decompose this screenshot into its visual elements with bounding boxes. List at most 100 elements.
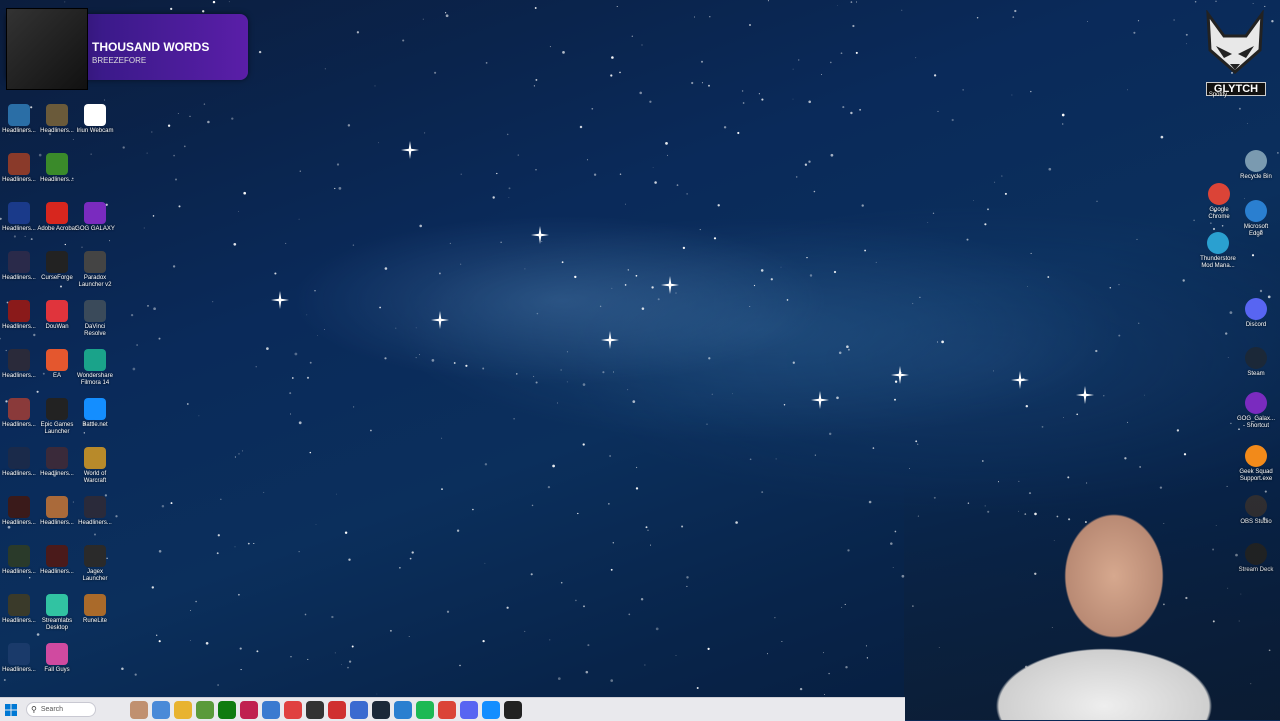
star [611,56,614,59]
desktop-icon-streamlabs-desktop[interactable]: Streamlabs Desktop [37,594,77,632]
star [1185,33,1188,36]
desktop-icon-wondershare-filmora[interactable]: Wondershare Filmora 14 [75,349,115,387]
desktop-icon-fall-guys[interactable]: Fall Guys [37,643,77,674]
star [552,464,555,468]
star [59,285,63,288]
taskbar-app-minecraft-icon[interactable] [196,700,214,719]
desktop-icon-headliners-4[interactable]: Headliners... [37,153,77,184]
desktop-icon-headliners-7[interactable]: Headliners... [0,300,39,331]
taskbar-app-battle-net-icon[interactable] [482,700,500,719]
start-button[interactable] [0,698,22,721]
desktop-icon-headliners-13[interactable]: Headliners... [37,496,77,527]
desktop-icon-recycle-bin[interactable]: Recycle Bin [1236,150,1276,181]
star [134,673,137,676]
star [808,160,811,163]
taskbar-app-steam-icon[interactable] [372,700,390,719]
star [212,0,216,4]
star [24,235,26,237]
taskbar-app-edge-icon[interactable] [394,700,412,719]
star [864,249,867,252]
desktop-icon-headliners-6[interactable]: Headliners... [0,251,39,282]
desktop-icon-headliners-3[interactable]: Headliners... [0,153,39,184]
star [577,512,579,515]
desktop-icon-steam[interactable]: Steam [1236,347,1276,378]
desktop-icon-headliners-8[interactable]: Headliners... [0,349,39,380]
star [609,455,611,457]
now-playing-artist: BREEZEFORE [92,56,147,65]
desktop-icon-gog-galaxy[interactable]: GOG GALAXY [75,202,115,233]
desktop-icon-label: Headliners... [40,520,74,526]
star [976,16,979,19]
desktop-icon-world-of-warcraft[interactable]: World of Warcraft [75,447,115,485]
desktop-icon-headliners-2[interactable]: Headliners... [37,104,77,135]
desktop-icon-headliners-14[interactable]: Headliners... [75,496,115,527]
desktop-icon-google-chrome[interactable]: Google Chrome [1199,183,1239,221]
star [894,380,898,383]
taskbar-app-xbox-icon[interactable] [218,700,236,719]
star [419,224,423,228]
star [628,613,631,616]
taskbar-app-file-explorer-icon[interactable] [174,700,192,719]
desktop-icon-iriun-webcam[interactable]: Iriun Webcam [75,104,115,135]
taskbar-app-spotify-icon[interactable] [416,700,434,719]
desktop-icon-adobe-acrobat[interactable]: Adobe Acrobat [37,202,77,233]
desktop-icon-thunderstore[interactable]: Thunderstore Mod Mana... [1198,232,1238,270]
desktop-icon-label: Steam [1247,371,1265,377]
desktop-icon-spotify[interactable]: Spotify [1198,92,1238,99]
taskbar-search-input[interactable]: ⚲ Search [26,702,96,717]
desktop-icon-runelite[interactable]: RuneLite [75,594,115,625]
star [717,204,720,207]
star [290,413,292,415]
desktop-icon-headliners-11[interactable]: Headliners... [37,447,77,478]
taskbar-app-discord-icon[interactable] [460,700,478,719]
headliners-11-icon [46,447,68,469]
taskbar-app-calendar-icon[interactable] [284,700,302,719]
taskbar-app-widget-icon[interactable] [130,700,148,719]
star [409,557,412,560]
star [781,641,783,642]
desktop-icon-headliners-17[interactable]: Headliners... [0,594,39,625]
taskbar-app-chrome-icon[interactable] [438,700,456,719]
taskbar-app-store-icon[interactable] [262,700,280,719]
star [579,125,583,129]
desktop-icon-gog-galaxy-shortcut[interactable]: GOG_Galax... - Shortcut [1236,392,1276,430]
desktop-icon-headliners-12[interactable]: Headliners... [0,496,39,527]
taskbar-app-app-dark-icon[interactable] [306,700,324,719]
star [338,187,342,190]
desktop-icon-curseforge[interactable]: CurseForge [37,251,77,282]
taskbar-app-copilot-icon[interactable] [152,700,170,719]
star [972,200,974,201]
desktop-icon-jagex-launcher[interactable]: Jagex Launcher [75,545,115,583]
desktop-icon-ea[interactable]: EA [37,349,77,380]
star [987,208,989,211]
desktop-icon-paradox-launcher[interactable]: Paradox Launcher v2 [75,251,115,289]
desktop-icon-headliners-18[interactable]: Headliners... [0,643,39,674]
star [1030,252,1032,254]
star [195,600,197,603]
star [1137,20,1140,22]
desktop-icon-headliners-1[interactable]: Headliners... [0,104,39,135]
desktop-icon-headliners-5[interactable]: Headliners... [0,202,39,233]
star [411,551,414,554]
desktop-icon-headliners-9[interactable]: Headliners... [0,398,39,429]
star [524,268,526,270]
star [64,243,66,246]
desktop-icon-epic-games[interactable]: Epic Games Launcher [37,398,77,436]
star [535,381,538,384]
desktop-icon-headliners-10[interactable]: Headliners... [0,447,39,478]
desktop-icon-battle-net[interactable]: Battle.net [75,398,115,429]
taskbar-app-affinity-icon[interactable] [240,700,258,719]
desktop-icon-headliners-16[interactable]: Headliners... [37,545,77,576]
desktop-icon-microsoft-edge[interactable]: Microsoft Edge [1236,200,1276,238]
desktop-icon-douwan[interactable]: DouWan [37,300,77,331]
desktop-icon-davinci-resolve[interactable]: DaVinci Resolve [75,300,115,338]
taskbar-app-curseforge-icon[interactable] [504,700,522,719]
star [121,667,124,671]
desktop-icon-discord[interactable]: Discord [1236,298,1276,329]
star [915,57,917,59]
star [459,664,461,667]
star [513,418,515,420]
taskbar-app-app-red-icon[interactable] [328,700,346,719]
desktop-icon-headliners-15[interactable]: Headliners... [0,545,39,576]
taskbar-app-app-blue-icon[interactable] [350,700,368,719]
